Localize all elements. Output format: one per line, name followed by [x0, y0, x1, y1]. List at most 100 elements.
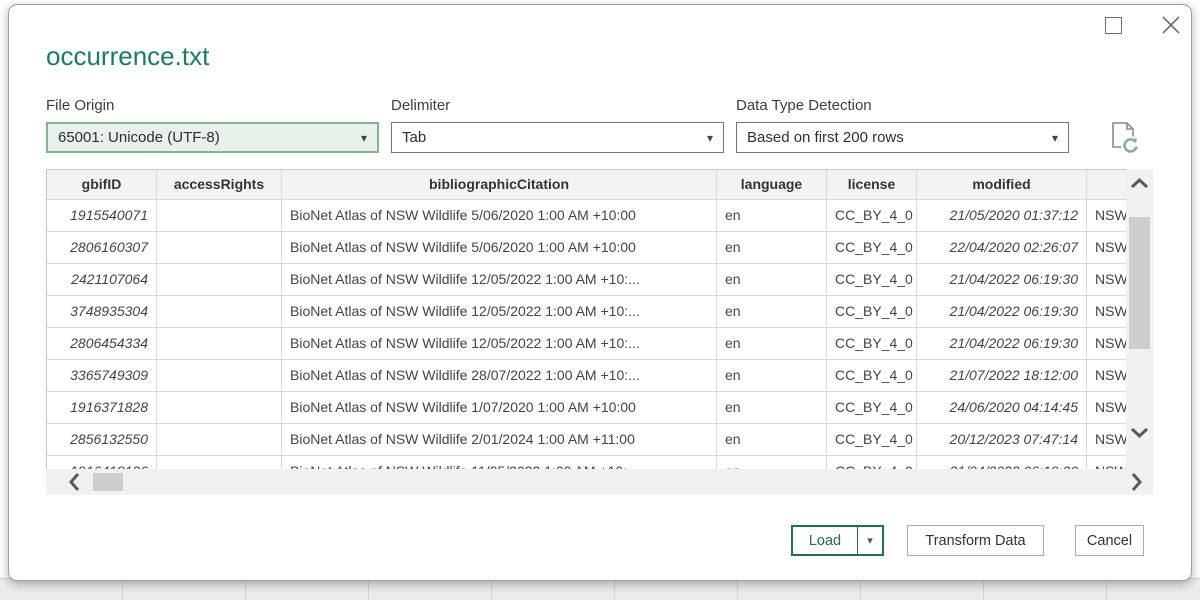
table-cell: 21/05/2020 01:37:12 — [917, 200, 1087, 232]
header-cell: accessRights — [157, 170, 282, 200]
table-row: 2421107064 BioNet Atlas of NSW Wildlife 1… — [47, 264, 1126, 296]
table-cell: NSW — [1087, 200, 1126, 232]
cancel-button[interactable]: Cancel — [1075, 525, 1144, 556]
table-cell: CC_BY_4_0 — [827, 328, 917, 360]
dialog-title: occurrence.txt — [46, 41, 209, 72]
table-cell: 2806160307 — [47, 232, 157, 264]
preview-table: gbifIDaccessRightsbibliographicCitationl… — [46, 169, 1126, 471]
table-cell: 21/04/2022 06:19:30 — [917, 328, 1087, 360]
table-cell: CC_BY_4_0 — [827, 424, 917, 456]
vertical-scrollbar[interactable] — [1126, 169, 1153, 469]
table-cell — [157, 392, 282, 424]
scroll-right-icon[interactable] — [1129, 471, 1143, 493]
table-row: 3365749309BioNet Atlas of NSW Wildlife 2… — [47, 360, 1126, 392]
table-cell: 21/07/2022 18:12:00 — [917, 360, 1087, 392]
table-cell: BioNet Atlas of NSW Wildlife 12/05/2022 … — [282, 296, 717, 328]
header-cell: language — [717, 170, 827, 200]
table-cell: 2806454334 — [47, 328, 157, 360]
table-cell: 1916371828 — [47, 392, 157, 424]
horizontal-scroll-thumb[interactable] — [93, 473, 123, 491]
header-cell: bibliographicCitation — [282, 170, 717, 200]
table-cell: NSW — [1087, 264, 1126, 296]
table-cell: 24/06/2020 04:14:45 — [917, 392, 1087, 424]
table-cell — [157, 424, 282, 456]
table-cell: CC_BY_4_0 — [827, 200, 917, 232]
data-type-detection-dropdown[interactable]: Based on first 200 rows ▾ — [736, 122, 1069, 153]
table-cell: BioNet Atlas of NSW Wildlife 12/05/2022 … — [282, 328, 717, 360]
refresh-preview-icon[interactable] — [1103, 117, 1143, 157]
vertical-scroll-thumb[interactable] — [1129, 217, 1150, 349]
table-cell: BioNet Atlas of NSW Wildlife 5/06/2020 1… — [282, 200, 717, 232]
table-cell: CC_BY_4_0 — [827, 296, 917, 328]
excel-grid-strip — [0, 578, 1200, 600]
transform-data-label: Transform Data — [925, 533, 1025, 549]
table-cell: en — [717, 328, 827, 360]
load-options-button[interactable]: ▾ — [857, 527, 882, 554]
close-button[interactable] — [1159, 13, 1183, 37]
scroll-down-icon[interactable] — [1129, 425, 1150, 439]
chevron-down-icon: ▾ — [361, 131, 367, 145]
load-button[interactable]: Load — [793, 527, 857, 554]
chevron-down-icon: ▾ — [707, 131, 713, 145]
table-cell: BioNet Atlas of NSW Wildlife 1/07/2020 1… — [282, 392, 717, 424]
header-cell: modified — [917, 170, 1087, 200]
scroll-left-icon[interactable] — [68, 471, 82, 493]
delimiter-label: Delimiter — [391, 97, 450, 114]
table-cell: 3365749309 — [47, 360, 157, 392]
table-row: 2806160307 BioNet Atlas of NSW Wildlife 5… — [47, 232, 1126, 264]
table-cell: NSW — [1087, 360, 1126, 392]
table-cell: BioNet Atlas of NSW Wildlife 2/01/2024 1… — [282, 424, 717, 456]
table-cell — [157, 232, 282, 264]
table-cell: 22/04/2020 02:26:07 — [917, 232, 1087, 264]
chevron-down-icon: ▾ — [1052, 131, 1058, 145]
table-cell: NSW — [1087, 328, 1126, 360]
table-row: 1915540071 BioNet Atlas of NSW Wildlife 5… — [47, 200, 1126, 232]
horizontal-scrollbar[interactable] — [46, 469, 1153, 495]
data-type-detection-label: Data Type Detection — [736, 97, 872, 114]
maximize-button[interactable] — [1105, 17, 1122, 34]
table-cell: en — [717, 360, 827, 392]
data-type-detection-value: Based on first 200 rows — [747, 129, 904, 146]
table-row: 3748935304 BioNet Atlas of NSW Wildlife 1… — [47, 296, 1126, 328]
table-cell: BioNet Atlas of NSW Wildlife 5/06/2020 1… — [282, 232, 717, 264]
table-cell: BioNet Atlas of NSW Wildlife 12/05/2022 … — [282, 264, 717, 296]
table-cell: CC_BY_4_0 — [827, 264, 917, 296]
close-icon — [1159, 13, 1183, 37]
table-cell: 1915540071 — [47, 200, 157, 232]
table-cell: CC_BY_4_0 — [827, 360, 917, 392]
delimiter-dropdown[interactable]: Tab ▾ — [391, 122, 724, 153]
header-row: gbifIDaccessRightsbibliographicCitationl… — [47, 170, 1126, 200]
table-cell — [157, 328, 282, 360]
table-cell: 21/04/2022 06:19:30 — [917, 296, 1087, 328]
transform-data-button[interactable]: Transform Data — [907, 525, 1044, 556]
table-cell: NSW — [1087, 296, 1126, 328]
table-row: 2806454334 BioNet Atlas of NSW Wildlife 1… — [47, 328, 1126, 360]
table-cell: 2421107064 — [47, 264, 157, 296]
scroll-up-icon[interactable] — [1129, 177, 1150, 191]
table-cell: en — [717, 296, 827, 328]
file-origin-dropdown[interactable]: 65001: Unicode (UTF-8) ▾ — [46, 122, 379, 153]
load-button-label: Load — [809, 533, 841, 549]
load-split-button: Load ▾ — [791, 525, 884, 556]
chevron-down-icon: ▾ — [867, 534, 873, 547]
text-import-dialog: occurrence.txt File Origin Delimiter Dat… — [8, 4, 1192, 581]
header-cell: license — [827, 170, 917, 200]
table-cell: NSW — [1087, 424, 1126, 456]
table-cell: CC_BY_4_0 — [827, 392, 917, 424]
table-cell: en — [717, 424, 827, 456]
table-cell — [157, 264, 282, 296]
table-row: 1916371828 BioNet Atlas of NSW Wildlife 1… — [47, 392, 1126, 424]
table-cell — [157, 200, 282, 232]
table-cell: en — [717, 264, 827, 296]
table-cell: NSW — [1087, 232, 1126, 264]
table-cell: 21/04/2022 06:19:30 — [917, 264, 1087, 296]
file-origin-label: File Origin — [46, 97, 114, 114]
table-cell: 2856132550 — [47, 424, 157, 456]
table-cell: NSW — [1087, 392, 1126, 424]
table-row: 2856132550 BioNet Atlas of NSW Wildlife 2… — [47, 424, 1126, 456]
header-cell: gbifID — [47, 170, 157, 200]
table-cell: 20/12/2023 07:47:14 — [917, 424, 1087, 456]
header-cell — [1087, 170, 1126, 200]
table-cell: 3748935304 — [47, 296, 157, 328]
table-cell: CC_BY_4_0 — [827, 232, 917, 264]
